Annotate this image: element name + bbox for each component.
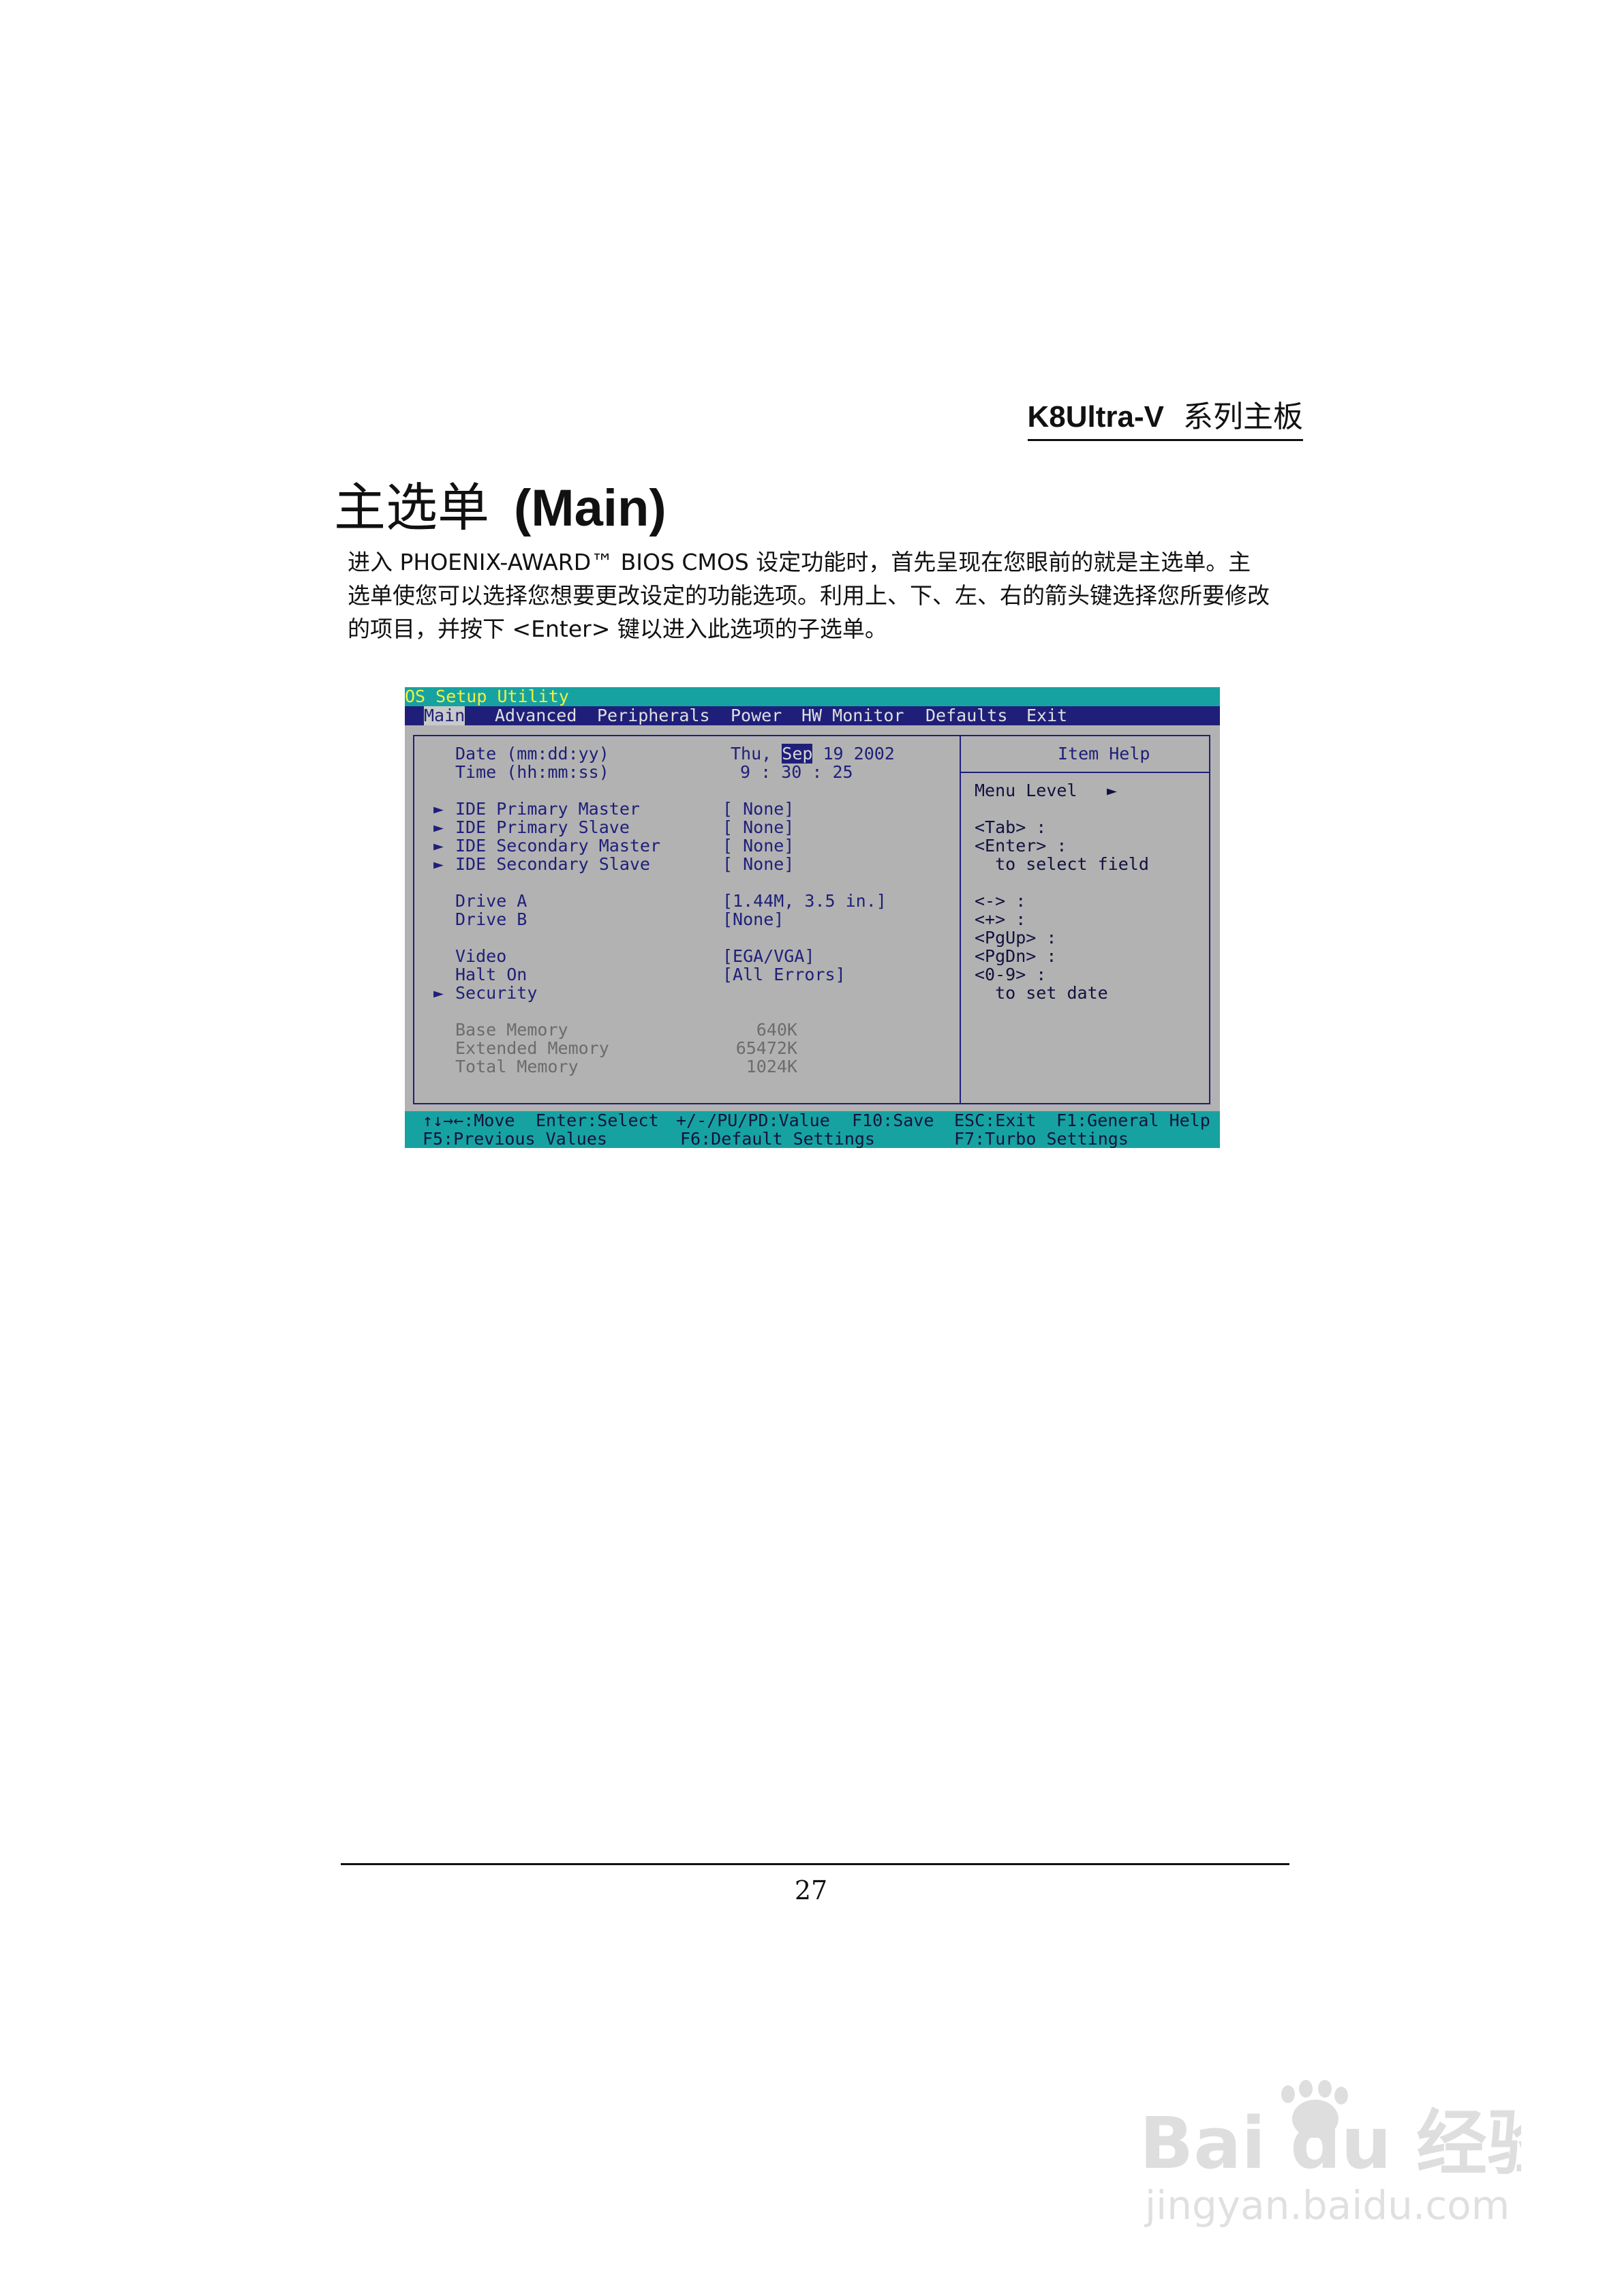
bios-help-line: <Enter> : bbox=[975, 836, 1067, 856]
menu-level-arrow-icon: ► bbox=[1107, 781, 1118, 800]
bios-help-line: <PgUp> : bbox=[975, 928, 1057, 948]
bios-ide-primary-master[interactable]: IDE Primary Master bbox=[455, 800, 640, 818]
bios-help-separator bbox=[961, 772, 1210, 773]
bios-help-line: <PgDn> : bbox=[975, 946, 1057, 966]
bios-menu-power[interactable]: Power bbox=[731, 706, 782, 725]
bios-ide-primary-slave[interactable]: IDE Primary Slave bbox=[455, 818, 630, 836]
page-number: 27 bbox=[794, 1875, 828, 1905]
bios-date-month[interactable]: Sep bbox=[782, 744, 813, 764]
intro-paragraph: 进入 PHOENIX-AWARD™ BIOS CMOS 设定功能时，首先呈现在您… bbox=[348, 545, 1315, 646]
bios-menu-hw-monitor[interactable]: HW Monitor bbox=[801, 706, 904, 725]
bios-help-line: <Tab> : bbox=[975, 817, 1047, 837]
bios-screenshot: OS Setup Utility Main Advanced Periphera… bbox=[405, 687, 1220, 1148]
key-legend-item: F7:Turbo Settings bbox=[954, 1129, 1129, 1148]
bios-ide-secondary-slave[interactable]: IDE Secondary Slave bbox=[455, 855, 650, 873]
bios-base-memory-label: Base Memory bbox=[455, 1020, 568, 1040]
bios-help-line: <+> : bbox=[975, 909, 1026, 929]
section-title: 主选单 (Main) bbox=[334, 477, 667, 539]
bios-ide-value[interactable]: [ None] bbox=[722, 855, 794, 873]
bios-help-title: Item Help bbox=[1058, 744, 1150, 764]
bios-ide-secondary-master[interactable]: IDE Secondary Master bbox=[455, 836, 660, 855]
bios-help-line: <0-9> : bbox=[975, 965, 1047, 984]
watermark-logo-text: Bai du 经验 bbox=[1139, 2102, 1521, 2175]
section-title-en: (Main) bbox=[514, 479, 667, 537]
bios-extended-memory-value: 65472K bbox=[735, 1038, 797, 1058]
intro-line: 进入 PHOENIX-AWARD™ BIOS CMOS 设定功能时，首先呈现在您… bbox=[348, 549, 1251, 575]
bios-title: OS Setup Utility bbox=[405, 687, 569, 706]
section-title-cn: 主选单 bbox=[334, 477, 489, 538]
bios-divider bbox=[960, 735, 961, 1104]
key-legend-item: ESC:Exit bbox=[954, 1111, 1037, 1130]
bios-title-bar: OS Setup Utility bbox=[405, 687, 1220, 706]
bios-date-rest: 19 2002 bbox=[823, 744, 895, 764]
bios-halt-value[interactable]: [All Errors] bbox=[722, 965, 846, 984]
key-legend-item: F10:Save bbox=[852, 1111, 934, 1130]
bios-video-label[interactable]: Video bbox=[455, 947, 506, 965]
bios-ide-value[interactable]: [ None] bbox=[722, 818, 794, 836]
baidu-watermark-logo: Bai du 经验 bbox=[1139, 2080, 1521, 2175]
submenu-arrow-icon: ► bbox=[433, 799, 444, 819]
bios-menu-advanced[interactable]: Advanced bbox=[495, 706, 577, 725]
key-legend-item: +/-/PU/PD:Value bbox=[676, 1111, 830, 1130]
key-legend-item: ↑↓→←:Move bbox=[423, 1111, 515, 1130]
watermark-url: jingyan.baidu.com bbox=[1145, 2182, 1510, 2229]
intro-line: 的项目，并按下 <Enter> 键以进入此选项的子选单。 bbox=[348, 616, 887, 642]
submenu-arrow-icon: ► bbox=[433, 983, 444, 1003]
bios-drive-b-value[interactable]: [None] bbox=[722, 910, 784, 928]
bios-date-label[interactable]: Date (mm:dd:yy) bbox=[455, 744, 609, 763]
bios-help-line: to select field bbox=[975, 854, 1149, 874]
bios-ide-value[interactable]: [ None] bbox=[722, 836, 794, 855]
footer-rule bbox=[341, 1863, 1289, 1865]
bios-help-line: to set date bbox=[975, 983, 1108, 1003]
bios-security[interactable]: Security bbox=[455, 984, 537, 1002]
bios-ide-value[interactable]: [ None] bbox=[722, 800, 794, 818]
header-model: K8Ultra-V bbox=[1027, 400, 1165, 434]
submenu-arrow-icon: ► bbox=[433, 836, 444, 856]
submenu-arrow-icon: ► bbox=[433, 817, 444, 837]
key-legend-item: F1:General Help bbox=[1056, 1111, 1210, 1130]
bios-time-label[interactable]: Time (hh:mm:ss) bbox=[455, 763, 609, 781]
submenu-arrow-icon: ► bbox=[433, 854, 444, 874]
bios-extended-memory-label: Extended Memory bbox=[455, 1038, 609, 1058]
bios-time-value[interactable]: 9 : 30 : 25 bbox=[740, 763, 853, 781]
bios-drive-a-label[interactable]: Drive A bbox=[455, 892, 527, 910]
bios-menu-peripherals[interactable]: Peripherals bbox=[597, 706, 710, 725]
header-suffix: 系列主板 bbox=[1183, 399, 1303, 434]
bios-halt-label[interactable]: Halt On bbox=[455, 965, 527, 984]
key-legend-item: Enter:Select bbox=[536, 1111, 659, 1130]
bios-video-value[interactable]: [EGA/VGA] bbox=[722, 947, 814, 965]
bios-total-memory-label: Total Memory bbox=[455, 1057, 579, 1076]
key-legend-item: F5:Previous Values bbox=[423, 1129, 607, 1148]
header-title: K8Ultra-V 系列主板 bbox=[1027, 397, 1303, 441]
bios-menu-exit[interactable]: Exit bbox=[1026, 706, 1067, 725]
bios-total-memory-value: 1024K bbox=[746, 1057, 797, 1076]
bios-help-line: <-> : bbox=[975, 891, 1026, 911]
bios-drive-b-label[interactable]: Drive B bbox=[455, 910, 527, 928]
bios-key-legend: ↑↓→←:Move Enter:Select +/-/PU/PD:Value F… bbox=[405, 1111, 1220, 1148]
bios-menu-main[interactable]: Main bbox=[424, 706, 465, 725]
bios-drive-a-value[interactable]: [1.44M, 3.5 in.] bbox=[722, 892, 887, 910]
bios-menu-bar: Main Advanced Peripherals Power HW Monit… bbox=[405, 706, 1220, 725]
bios-menu-defaults[interactable]: Defaults bbox=[925, 706, 1007, 725]
bios-date-value[interactable]: Thu, Sep 19 2002 bbox=[731, 744, 895, 764]
bios-base-memory-value: 640K bbox=[756, 1020, 797, 1040]
bios-date-day: Thu, bbox=[731, 744, 772, 764]
key-legend-item: F6:Default Settings bbox=[680, 1129, 875, 1148]
intro-line: 选单使您可以选择您想要更改设定的功能选项。利用上、下、左、右的箭头键选择您所要修… bbox=[348, 582, 1270, 609]
bios-help-menu-level: Menu Level bbox=[975, 781, 1077, 800]
